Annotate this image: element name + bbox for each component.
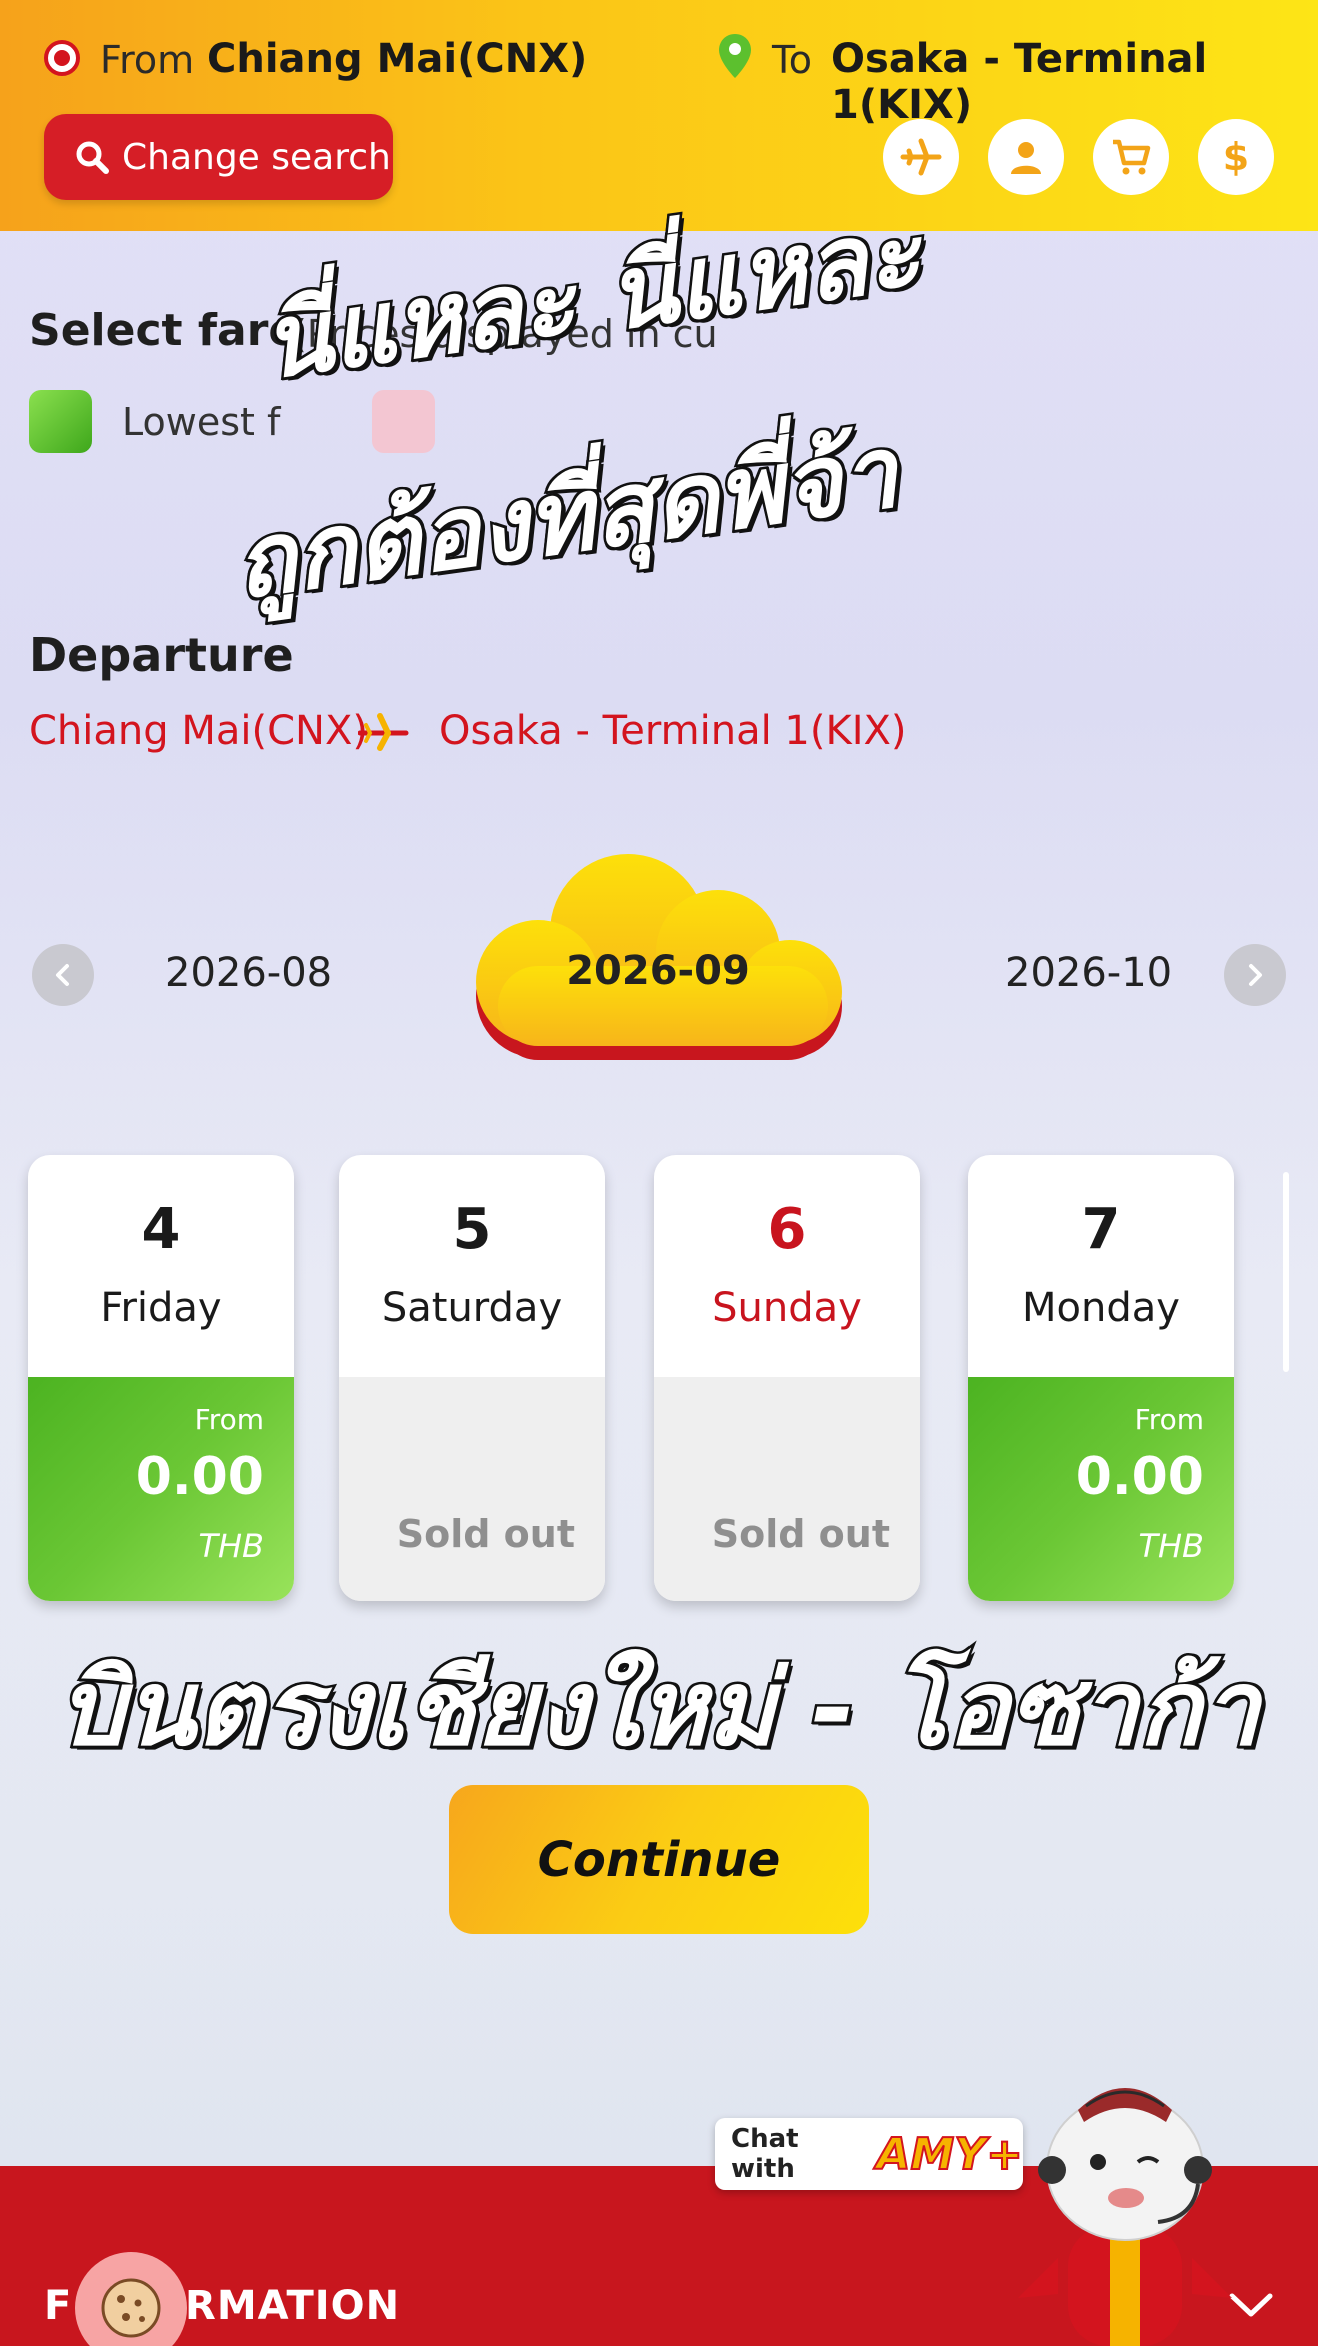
overlay-caption-line2: ถูกต้องที่สุดพี่จ้า: [224, 410, 906, 624]
chat-with-amy-button[interactable]: Chat with AMY+: [715, 2118, 1024, 2190]
sold-out-label: Sold out: [396, 1512, 575, 1556]
mascot-avatar-icon[interactable]: [998, 2058, 1252, 2346]
day-card-partial[interactable]: [1283, 1172, 1289, 1372]
day-number: 5: [452, 1197, 492, 1262]
user-icon: [1011, 142, 1041, 174]
fare-from-label: From: [1134, 1403, 1204, 1436]
fare-available: From 0.00 THB: [968, 1377, 1234, 1601]
continue-button[interactable]: Continue: [449, 1785, 869, 1934]
chevron-left-icon: [56, 964, 69, 986]
fare-currency: THB: [198, 1527, 264, 1565]
cookie-icon: [101, 2278, 161, 2338]
fare-sold-out: Sold out: [654, 1377, 920, 1601]
previous-month-button[interactable]: [32, 944, 94, 1006]
departure-origin: Chiang Mai(CNX): [29, 708, 368, 754]
fare-from-label: From: [194, 1403, 264, 1436]
fare-sold-out: Sold out: [339, 1377, 605, 1601]
next-month-button[interactable]: [1224, 944, 1286, 1006]
cart-icon: [1113, 139, 1151, 175]
day-card-6[interactable]: 6 Sunday Sold out: [654, 1155, 920, 1601]
month-current[interactable]: 2026-09: [458, 948, 858, 994]
fare-price: 0.00: [1075, 1447, 1204, 1507]
route-summary: From Chiang Mai(CNX) To Osaka - Terminal…: [0, 30, 1318, 128]
top-header: From Chiang Mai(CNX) To Osaka - Terminal…: [0, 0, 1318, 231]
sold-out-label: Sold out: [711, 1512, 890, 1556]
chevron-right-icon: [1249, 964, 1262, 986]
day-number: 7: [1081, 1197, 1121, 1262]
currency-button[interactable]: $: [1198, 119, 1274, 195]
origin-radio-icon: [44, 40, 80, 76]
route-plane-icon: [358, 713, 409, 751]
fare-available: From 0.00 THB: [28, 1377, 294, 1601]
day-name: Monday: [1022, 1285, 1180, 1331]
day-card-5[interactable]: 5 Saturday Sold out: [339, 1155, 605, 1601]
overlay-caption-line3: บินตรงเชียงใหม่ - โอซาก้า: [56, 1645, 1262, 1772]
day-number: 6: [767, 1197, 807, 1262]
day-number: 4: [141, 1197, 181, 1262]
lowest-fare-swatch: [29, 390, 92, 453]
day-card-4[interactable]: 4 Friday From 0.00 THB: [28, 1155, 294, 1601]
lowest-fare-legend: Lowest f: [122, 400, 281, 444]
month-next[interactable]: 2026-10: [1005, 950, 1172, 996]
departure-destination: Osaka - Terminal 1(KIX): [439, 708, 907, 754]
fare-price: 0.00: [135, 1447, 264, 1507]
search-icon: [76, 141, 109, 174]
account-button[interactable]: [988, 119, 1064, 195]
day-name: Sunday: [712, 1285, 862, 1331]
from-value: Chiang Mai(CNX): [207, 36, 588, 82]
change-search-label: Change search: [122, 136, 391, 178]
to-label: To: [772, 38, 813, 82]
change-search-button[interactable]: Change search: [44, 114, 393, 200]
chat-label: Chat with: [731, 2124, 799, 2184]
day-name: Friday: [100, 1285, 222, 1331]
fare-currency: THB: [1138, 1527, 1204, 1565]
cart-button[interactable]: [1093, 119, 1169, 195]
to-value: Osaka - Terminal 1(KIX): [831, 36, 1208, 128]
dollar-icon: $: [1222, 135, 1250, 179]
day-name: Saturday: [381, 1285, 563, 1331]
location-pin-icon: [719, 34, 751, 78]
from-label: From: [100, 38, 195, 82]
month-previous[interactable]: 2026-08: [165, 950, 332, 996]
day-card-7[interactable]: 7 Monday From 0.00 THB: [968, 1155, 1234, 1601]
